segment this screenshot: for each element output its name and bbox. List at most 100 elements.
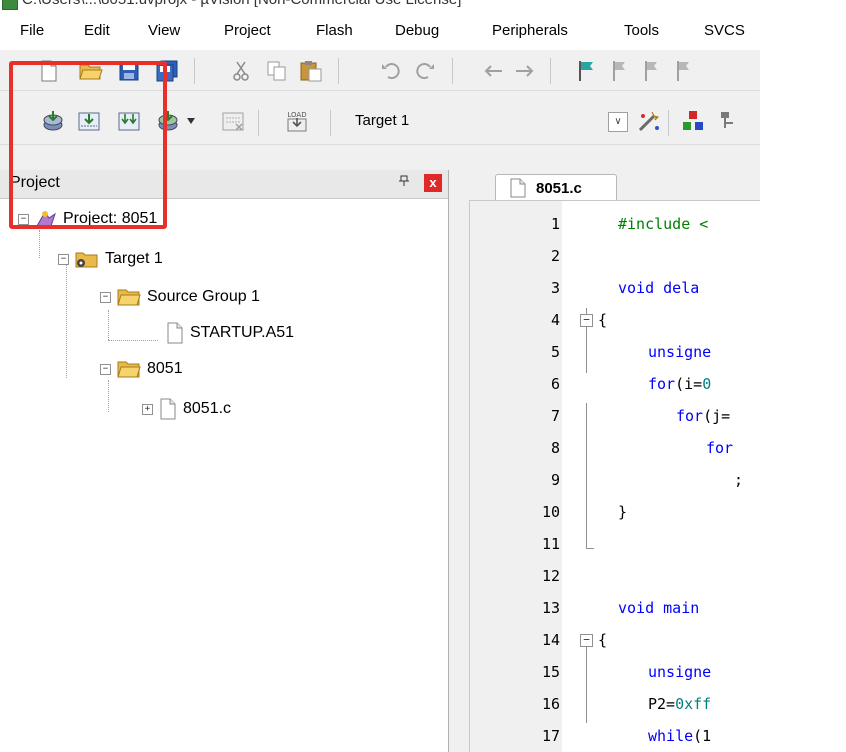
window-title: C:\Users\...\8051.uvprojx - µVision [Non… xyxy=(22,0,461,8)
code-line: 14 −{ xyxy=(470,625,760,655)
stop-build-icon[interactable] xyxy=(220,108,246,134)
chevron-down-icon[interactable] xyxy=(184,108,198,134)
tree-item-8051c-file[interactable]: + 8051.c xyxy=(142,394,231,424)
toolbar-separator xyxy=(452,58,453,84)
target-dropdown-button[interactable]: ∨ xyxy=(608,112,628,132)
code-line: 10} xyxy=(470,497,760,527)
code-keyword: for xyxy=(648,375,676,393)
code-line: 7 for(j= xyxy=(470,401,760,431)
code-keyword: for xyxy=(706,439,734,457)
manage-components-icon[interactable] xyxy=(680,108,706,134)
clear-bookmarks-icon[interactable] xyxy=(672,58,698,84)
paste-icon[interactable] xyxy=(298,58,324,84)
code-text: ; xyxy=(734,471,744,489)
collapse-icon[interactable]: − xyxy=(100,291,111,303)
menu-view[interactable]: View xyxy=(148,22,180,39)
menu-peripherals[interactable]: Peripherals xyxy=(492,22,568,39)
toolbar-separator xyxy=(330,110,331,136)
menu-flash[interactable]: Flash xyxy=(316,22,353,39)
code-text: (i= xyxy=(675,375,703,393)
code-text: (1 xyxy=(693,727,712,745)
code-text: void main xyxy=(618,599,700,617)
code-text: unsigne xyxy=(648,343,712,361)
environment-icon[interactable] xyxy=(716,108,742,134)
folder-icon xyxy=(117,361,141,378)
collapse-icon[interactable]: − xyxy=(100,363,111,375)
redo-icon[interactable] xyxy=(412,58,438,84)
code-text: P2= xyxy=(648,695,676,713)
tree-label-target: Target 1 xyxy=(105,250,163,267)
tree-item-source-group[interactable]: − Source Group 1 xyxy=(100,282,260,312)
cut-icon[interactable] xyxy=(228,58,254,84)
line-number: 7 xyxy=(550,407,560,425)
download-icon[interactable]: LOAD xyxy=(282,106,312,136)
tree-label-startup: STARTUP.A51 xyxy=(190,324,295,341)
bookmark-icon[interactable] xyxy=(574,58,600,84)
menu-debug[interactable]: Debug xyxy=(395,22,439,39)
tree-label-source-group: Source Group 1 xyxy=(147,288,260,305)
code-text: unsigne xyxy=(648,663,712,681)
code-text: } xyxy=(618,503,628,521)
toolbar-separator xyxy=(258,110,259,136)
line-number: 2 xyxy=(550,247,560,265)
menu-bar: File Edit View Project Flash Debug Perip… xyxy=(0,12,760,50)
code-line: 9; xyxy=(470,465,760,495)
file-icon xyxy=(167,322,183,344)
next-bookmark-icon[interactable] xyxy=(640,58,666,84)
tree-connector xyxy=(108,380,109,412)
tab-label: 8051.c xyxy=(536,179,582,197)
forward-icon[interactable] xyxy=(512,58,538,84)
tree-connector xyxy=(39,230,40,258)
tree-item-startup-file[interactable]: STARTUP.A51 xyxy=(166,318,294,348)
close-icon[interactable]: x xyxy=(424,174,442,192)
line-number: 10 xyxy=(541,503,560,521)
expand-icon[interactable]: + xyxy=(142,403,153,415)
menu-svcs[interactable]: SVCS xyxy=(704,22,745,39)
line-number: 13 xyxy=(541,599,560,617)
line-number: 1 xyxy=(550,215,560,233)
tree-item-target[interactable]: − Target 1 xyxy=(58,244,163,274)
code-text: #include < xyxy=(618,215,709,233)
pin-icon[interactable] xyxy=(398,175,410,190)
code-text: (j= xyxy=(703,407,731,425)
collapse-icon[interactable]: − xyxy=(58,253,69,265)
tree-item-8051-group[interactable]: − 8051 xyxy=(100,354,183,384)
fold-collapse-icon[interactable]: − xyxy=(580,634,593,647)
line-number: 5 xyxy=(550,343,560,361)
code-line: 5 unsigne xyxy=(470,337,760,367)
undo-icon[interactable] xyxy=(378,58,404,84)
code-text: { xyxy=(598,311,608,329)
toolbar-separator xyxy=(194,58,195,84)
line-number: 14 xyxy=(541,631,560,649)
menu-edit[interactable]: Edit xyxy=(84,22,110,39)
back-icon[interactable] xyxy=(480,58,506,84)
app-icon xyxy=(2,0,18,10)
editor-pane: 8051.c 1 #include < 2 3 void dela 4−{ 5 uns… xyxy=(449,170,760,752)
menu-project[interactable]: Project xyxy=(224,22,271,39)
code-line: 6 for(i=0 xyxy=(470,369,760,399)
code-editor[interactable]: 1 #include < 2 3 void dela 4−{ 5 unsigne 6f… xyxy=(469,200,760,752)
project-panel: Project x − Project: 8051 − Target 1 − S… xyxy=(0,170,449,752)
options-icon[interactable] xyxy=(636,108,662,134)
line-number: 15 xyxy=(541,663,560,681)
prev-bookmark-icon[interactable] xyxy=(608,58,634,84)
code-line: 11 xyxy=(470,529,760,559)
menu-file[interactable]: File xyxy=(20,22,44,39)
folder-icon xyxy=(117,289,141,306)
code-line: 13 void main xyxy=(470,593,760,623)
file-icon xyxy=(510,178,526,198)
menu-tools[interactable]: Tools xyxy=(624,22,659,39)
tree-connector xyxy=(108,310,109,340)
fold-collapse-icon[interactable]: − xyxy=(580,314,593,327)
code-line: 3 void dela xyxy=(470,273,760,303)
line-number: 4 xyxy=(550,311,560,329)
highlight-annotation xyxy=(9,61,167,229)
copy-icon[interactable] xyxy=(264,58,290,84)
tree-connector xyxy=(66,260,67,378)
tree-label-8051c: 8051.c xyxy=(183,400,232,417)
tab-8051c[interactable]: 8051.c xyxy=(495,174,617,201)
code-line: 16 P2=0xff xyxy=(470,689,760,719)
target-select[interactable]: Target 1 xyxy=(355,112,409,129)
line-number: 16 xyxy=(541,695,560,713)
code-line: 17 while(1 xyxy=(470,721,760,751)
